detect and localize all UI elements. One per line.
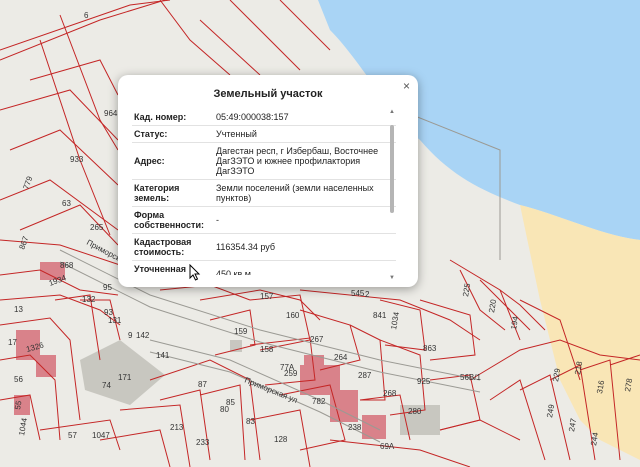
popup-scrollbar[interactable]: ▲ ▼ <box>388 109 396 281</box>
info-row-cadastral-number: Кад. номер: 05:49:000038:157 <box>132 109 396 126</box>
parcel-label: 964 <box>104 109 118 118</box>
parcel-label: 132 <box>82 295 96 304</box>
parcel-label: 267 <box>310 335 324 344</box>
info-row-address: Адрес: Дагестан респ, г Избербаш, Восточ… <box>132 143 396 180</box>
parcel-label: 265 <box>90 223 104 232</box>
info-row-cadastral-value: Кадастровая стоимость: 116354.34 руб <box>132 234 396 261</box>
parcel-label: 238 <box>348 423 362 432</box>
parcel-label: 868 <box>60 261 74 270</box>
parcel-label: 264 <box>334 353 348 362</box>
parcel-label: 9 <box>128 331 133 340</box>
row-key: Статус: <box>134 129 168 139</box>
parcel-label: 83 <box>246 417 255 426</box>
popup-title: Земельный участок <box>213 88 323 100</box>
parcel-label: 6 <box>84 11 89 20</box>
parcel-label: 56 <box>14 375 23 384</box>
parcel-label: 131 <box>108 316 122 325</box>
info-row-area: Уточненная площадь: 450 кв.м <box>132 261 396 275</box>
parcel-label: 157 <box>260 292 274 301</box>
mouse-cursor-icon <box>189 264 201 281</box>
info-row-land-category: Категория земель: Земли поселений (земли… <box>132 180 396 207</box>
parcel-label: 159 <box>234 327 248 336</box>
info-table: Кад. номер: 05:49:000038:157 Статус: Учт… <box>132 109 396 275</box>
parcel-label: 77А <box>280 363 295 372</box>
row-value: 116354.34 руб <box>216 242 276 252</box>
row-key: Форма собственности: <box>134 210 204 230</box>
row-key: Адрес: <box>134 156 165 166</box>
close-icon[interactable]: × <box>403 79 410 93</box>
parcel-label: 2 <box>365 290 370 299</box>
parcel-label: 171 <box>118 373 132 382</box>
row-key: Кад. номер: <box>134 112 187 122</box>
parcel-label: 158 <box>260 345 274 354</box>
info-row-ownership: Форма собственности: - <box>132 207 396 234</box>
scrollbar-thumb[interactable] <box>390 125 394 213</box>
parcel-label: 841 <box>373 311 387 320</box>
parcel-label: 141 <box>156 351 170 360</box>
row-key: Категория земель: <box>134 183 180 203</box>
scroll-down-icon[interactable]: ▼ <box>389 275 395 281</box>
parcel-label: 17 <box>8 338 17 347</box>
parcel-label: 782 <box>312 397 326 406</box>
parcel-label: 268 <box>383 389 397 398</box>
parcel-info-popup: Земельный участок × Кад. номер: 05:49:00… <box>118 75 418 287</box>
row-key: Кадастровая стоимость: <box>134 237 192 257</box>
parcel-label: 287 <box>358 371 372 380</box>
scroll-up-icon[interactable]: ▲ <box>389 109 395 115</box>
parcel-label: 95 <box>103 283 112 292</box>
parcel-label: 85 <box>226 398 235 407</box>
parcel-label: 233 <box>196 438 210 447</box>
row-key: Уточненная площадь: <box>134 264 186 275</box>
parcel-label: 142 <box>136 331 150 340</box>
parcel-label: 87 <box>198 380 207 389</box>
parcel-label: 56В/1 <box>460 373 481 382</box>
parcel-label: 280 <box>408 407 422 416</box>
row-value: Дагестан респ, г Избербаш, Восточнее Даг… <box>216 146 379 176</box>
parcel-label: 57 <box>68 431 77 440</box>
parcel-label: 863 <box>423 344 437 353</box>
parcel-label: 13 <box>14 305 23 314</box>
row-value: 05:49:000038:157 <box>216 112 289 122</box>
parcel-label: 128 <box>274 435 288 444</box>
info-row-status: Статус: Учтенный <box>132 126 396 143</box>
row-value: - <box>216 215 219 225</box>
parcel-label: 69А <box>380 442 395 451</box>
parcel-label: 63 <box>62 199 71 208</box>
row-value: Земли поселений (земли населенных пункто… <box>216 183 374 203</box>
parcel-label: 213 <box>170 423 184 432</box>
parcel-label: 925 <box>417 377 431 386</box>
parcel-label: 933 <box>70 155 84 164</box>
row-value: 450 кв.м <box>216 269 251 275</box>
parcel-label: 74 <box>102 381 111 390</box>
parcel-label: 1047 <box>92 431 110 440</box>
row-value: Учтенный <box>216 129 257 139</box>
parcel-label: 160 <box>286 311 300 320</box>
parcel-label: 545 <box>351 289 365 298</box>
